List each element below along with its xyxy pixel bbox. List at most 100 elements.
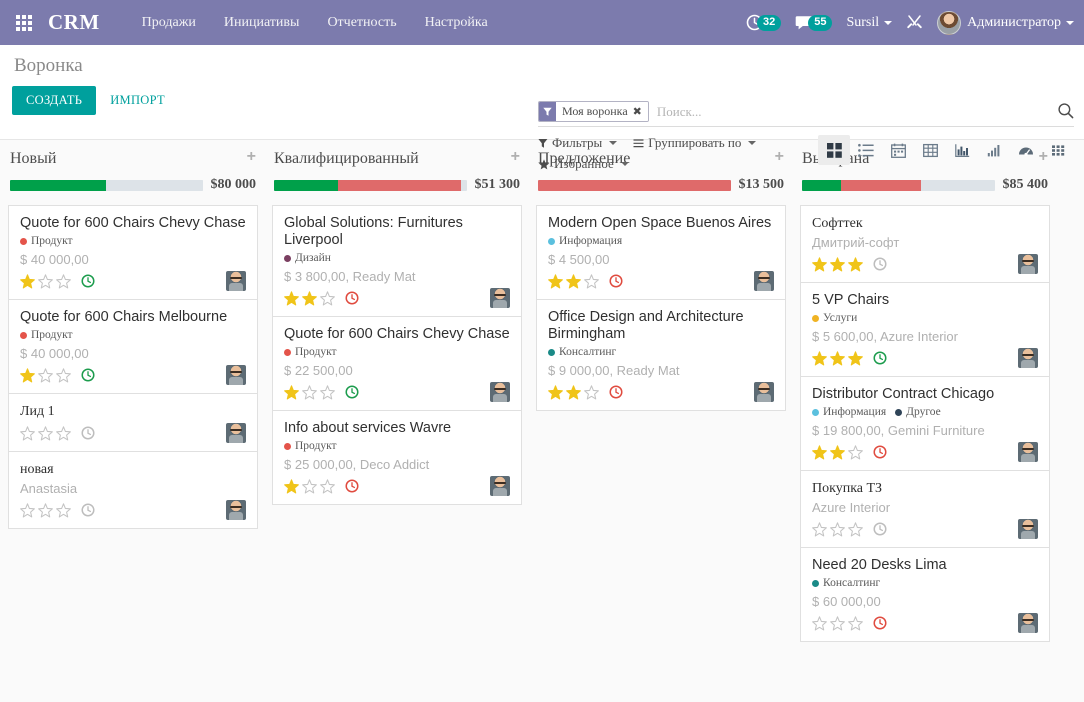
card-activity-state[interactable] (345, 479, 359, 493)
groupby-menu[interactable]: Группировать по (633, 135, 756, 151)
card-title[interactable]: Софттек (812, 215, 1038, 232)
card-assignee-avatar[interactable] (226, 423, 246, 443)
kanban-card[interactable]: 5 VP ChairsУслуги$ 5 600,00, Azure Inter… (801, 283, 1049, 377)
clock-grey-icon[interactable] (873, 522, 887, 536)
kanban-card[interactable]: Office Design and Architecture Birmingha… (537, 300, 785, 411)
plus-icon[interactable]: + (511, 150, 520, 164)
star-filled-icon[interactable] (812, 445, 827, 460)
star-filled-icon[interactable] (830, 257, 845, 272)
card-assignee-avatar[interactable] (226, 500, 246, 520)
star-empty-icon[interactable] (848, 616, 863, 631)
clock-green-icon[interactable] (345, 385, 359, 399)
clock-grey-icon[interactable] (81, 503, 95, 517)
list-view-button[interactable] (850, 135, 882, 165)
star-empty-icon[interactable] (38, 426, 53, 441)
menu-item-reporting[interactable]: Отчетность (327, 15, 396, 31)
card-title[interactable]: Office Design and Architecture Birmingha… (548, 309, 774, 343)
card-assignee-avatar[interactable] (1018, 254, 1038, 274)
progress-segment[interactable] (106, 180, 202, 191)
star-filled-icon[interactable] (284, 291, 299, 306)
kanban-card[interactable]: Quote for 600 Chairs MelbourneПродукт$ 4… (9, 300, 257, 394)
clock-green-icon[interactable] (873, 351, 887, 365)
card-assignee-avatar[interactable] (226, 365, 246, 385)
card-activity-state[interactable] (81, 503, 95, 517)
star-empty-icon[interactable] (848, 445, 863, 460)
progress-segment[interactable] (841, 180, 922, 191)
create-button[interactable]: СОЗДАТЬ (12, 86, 96, 115)
user-menu-button[interactable]: Администратор (937, 11, 1074, 35)
clock-red-icon[interactable] (609, 385, 623, 399)
kanban-card[interactable]: Quote for 600 Chairs Chevy ChaseПродукт$… (9, 206, 257, 300)
card-assignee-avatar[interactable] (754, 271, 774, 291)
graph-view-button[interactable] (946, 135, 978, 165)
card-assignee-avatar[interactable] (1018, 442, 1038, 462)
star-empty-icon[interactable] (320, 479, 335, 494)
menu-item-leads[interactable]: Инициативы (224, 15, 300, 31)
kanban-card[interactable]: Global Solutions: Furnitures LiverpoolДи… (273, 206, 521, 317)
card-assignee-avatar[interactable] (1018, 519, 1038, 539)
kanban-card[interactable]: Лид 1 (9, 394, 257, 452)
star-empty-icon[interactable] (812, 616, 827, 631)
card-activity-state[interactable] (873, 351, 887, 365)
star-empty-icon[interactable] (38, 503, 53, 518)
card-title[interactable]: Quote for 600 Chairs Chevy Chase (284, 326, 510, 343)
apps-menu-button[interactable] (0, 0, 48, 45)
forecast-view-button[interactable] (978, 135, 1010, 165)
star-filled-icon[interactable] (812, 257, 827, 272)
star-filled-icon[interactable] (284, 385, 299, 400)
search-icon[interactable] (1057, 102, 1074, 122)
app-brand[interactable]: CRM (48, 10, 100, 35)
clock-grey-icon[interactable] (873, 257, 887, 271)
star-filled-icon[interactable] (566, 385, 581, 400)
card-assignee-avatar[interactable] (490, 382, 510, 402)
star-filled-icon[interactable] (284, 479, 299, 494)
card-assignee-avatar[interactable] (1018, 613, 1038, 633)
kanban-card[interactable]: Distributor Contract ChicagoИнформацияДр… (801, 377, 1049, 471)
star-empty-icon[interactable] (830, 522, 845, 537)
card-activity-state[interactable] (873, 616, 887, 630)
plus-icon[interactable]: + (247, 150, 256, 164)
star-filled-icon[interactable] (812, 351, 827, 366)
clock-grey-icon[interactable] (81, 426, 95, 440)
star-empty-icon[interactable] (56, 368, 71, 383)
import-button[interactable]: ИМПОРТ (110, 93, 165, 108)
star-empty-icon[interactable] (584, 274, 599, 289)
messages-button[interactable]: 55 (795, 15, 832, 31)
clock-green-icon[interactable] (81, 368, 95, 382)
card-activity-state[interactable] (81, 426, 95, 440)
card-assignee-avatar[interactable] (490, 288, 510, 308)
clock-red-icon[interactable] (345, 479, 359, 493)
star-empty-icon[interactable] (56, 426, 71, 441)
clock-red-icon[interactable] (873, 445, 887, 459)
kanban-card[interactable]: Quote for 600 Chairs Chevy ChaseПродукт$… (273, 317, 521, 411)
kanban-column-title[interactable]: Квалифицированный (274, 150, 419, 168)
card-activity-state[interactable] (609, 274, 623, 288)
card-title[interactable]: Quote for 600 Chairs Chevy Chase (20, 215, 246, 232)
card-activity-state[interactable] (873, 257, 887, 271)
card-title[interactable]: Distributor Contract Chicago (812, 386, 1038, 403)
card-activity-state[interactable] (873, 522, 887, 536)
progress-segment[interactable] (461, 180, 467, 191)
star-empty-icon[interactable] (812, 522, 827, 537)
card-assignee-avatar[interactable] (1018, 348, 1038, 368)
card-title[interactable]: Modern Open Space Buenos Aires (548, 215, 774, 232)
card-title[interactable]: Global Solutions: Furnitures Liverpool (284, 215, 510, 249)
menu-item-configuration[interactable]: Настройка (425, 15, 488, 31)
progress-segment[interactable] (274, 180, 338, 191)
progress-segment[interactable] (338, 180, 461, 191)
calendar-view-button[interactable] (882, 135, 914, 165)
star-filled-icon[interactable] (20, 274, 35, 289)
clock-green-icon[interactable] (81, 274, 95, 288)
card-assignee-avatar[interactable] (490, 476, 510, 496)
progress-segment[interactable] (802, 180, 841, 191)
star-filled-icon[interactable] (830, 351, 845, 366)
star-empty-icon[interactable] (320, 385, 335, 400)
star-empty-icon[interactable] (56, 274, 71, 289)
star-filled-icon[interactable] (848, 257, 863, 272)
developer-tools-button[interactable] (906, 14, 923, 31)
star-empty-icon[interactable] (38, 368, 53, 383)
search-facet[interactable]: Моя воронка ✖ (538, 101, 649, 122)
progress-segment[interactable] (538, 180, 731, 191)
kanban-card[interactable]: Need 20 Desks LimaКонсалтинг$ 60 000,00 (801, 548, 1049, 642)
card-title[interactable]: Info about services Wavre (284, 420, 510, 437)
